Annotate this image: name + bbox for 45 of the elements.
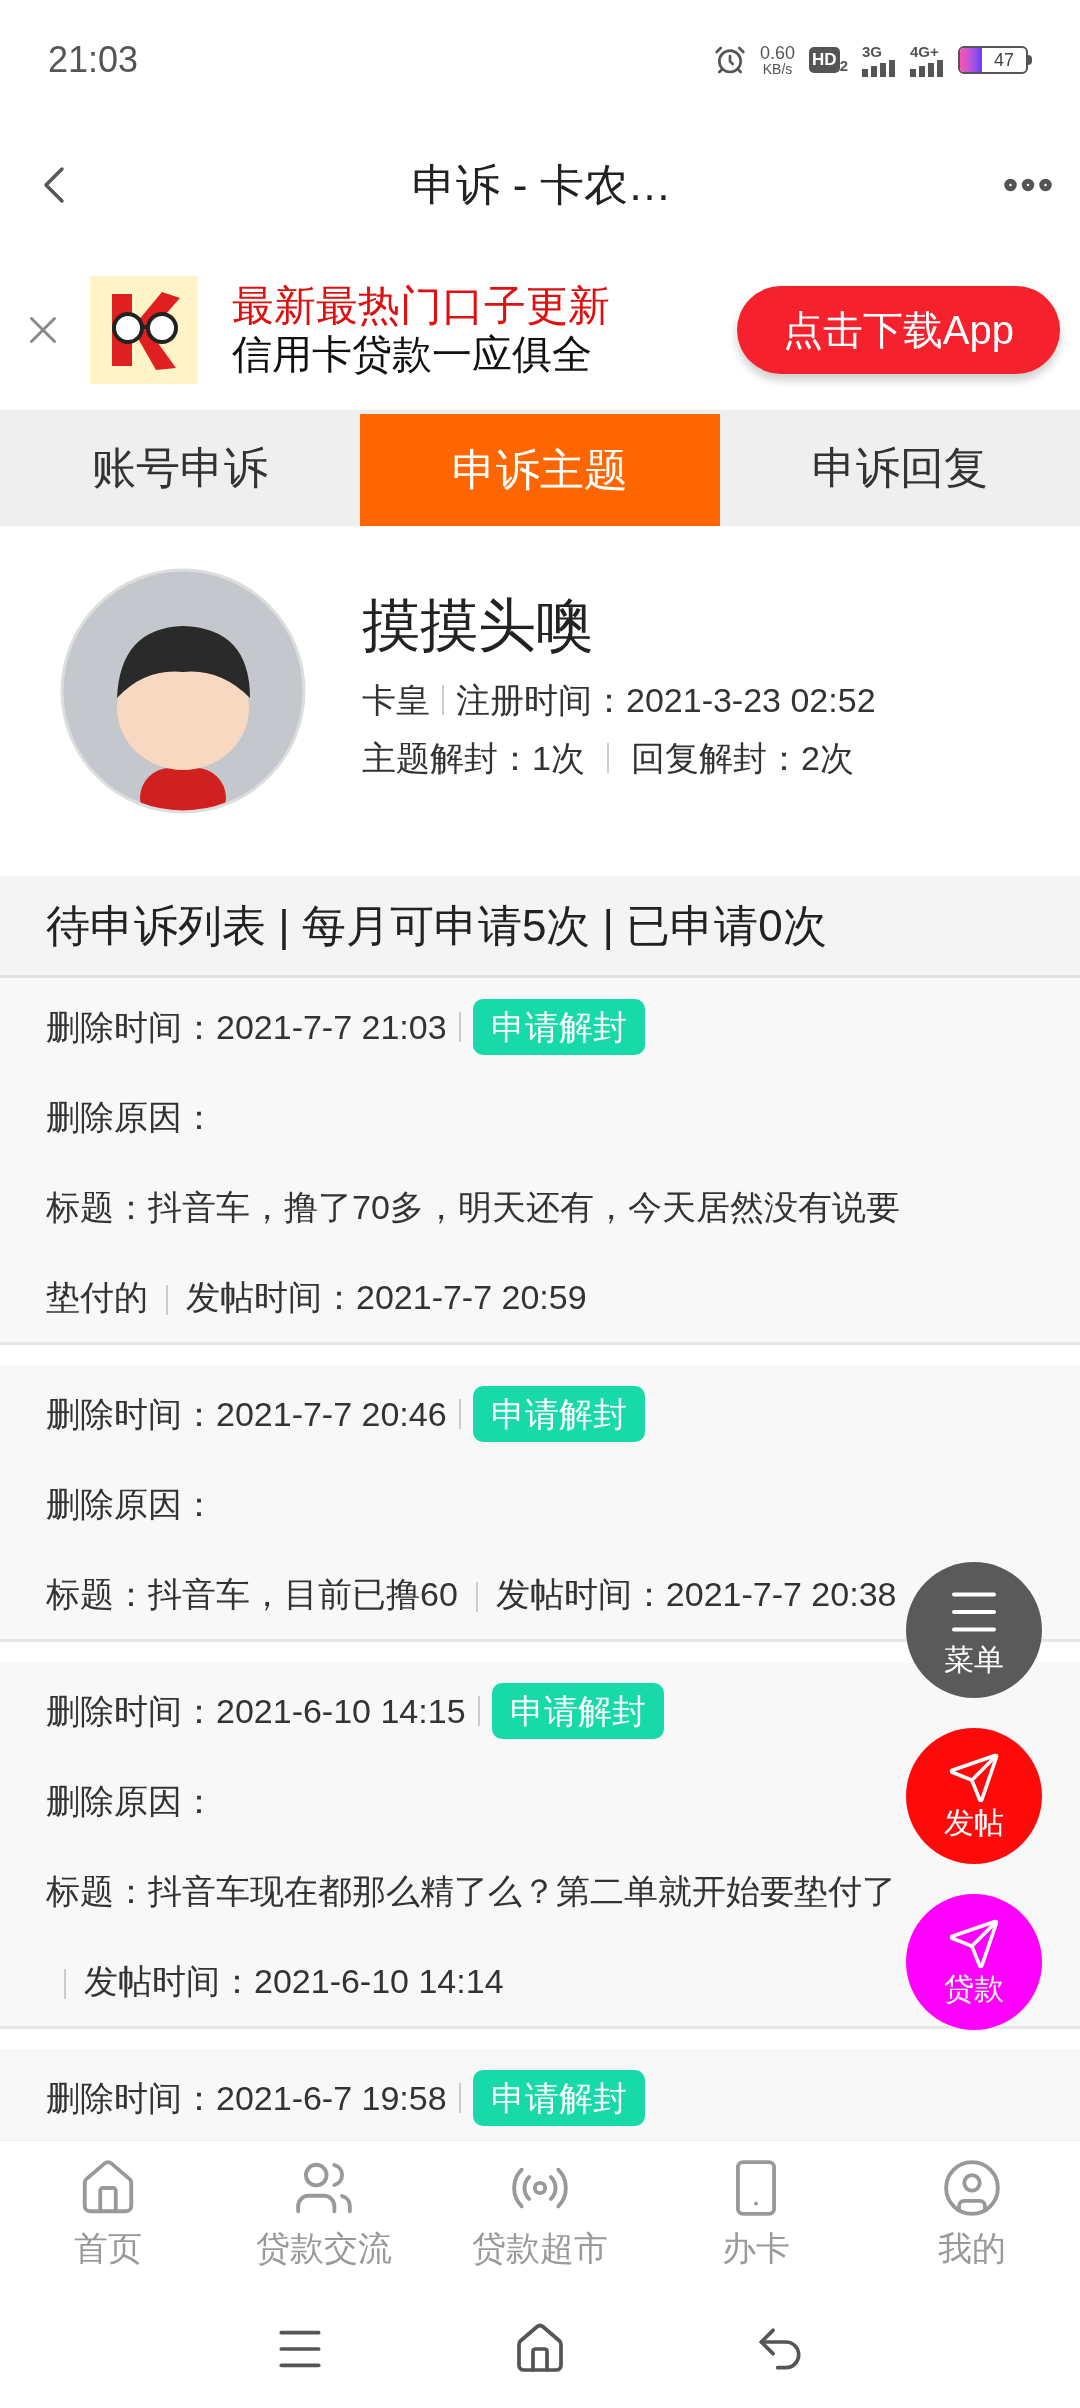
- status-time: 21:03: [48, 38, 139, 82]
- nav-tab[interactable]: 办卡: [648, 2141, 864, 2290]
- signal-bars-icon: [910, 58, 944, 77]
- ad-headline: 最新最热门口子更新: [232, 282, 610, 330]
- tab[interactable]: 申诉主题: [360, 414, 720, 526]
- delete-time: 删除时间：2021-6-10 14:15: [46, 1691, 466, 1732]
- tab[interactable]: 账号申诉: [0, 410, 360, 526]
- network-label: 3G: [862, 43, 883, 59]
- unban-request-button[interactable]: 申请解封: [472, 2070, 645, 2126]
- delete-reason: 删除原因：: [46, 1098, 216, 1136]
- speed-unit: KB/s: [762, 62, 793, 76]
- send-icon: [947, 1917, 1001, 1971]
- unban-request-button[interactable]: 申请解封: [491, 1683, 664, 1739]
- nav-tab[interactable]: 首页: [0, 2141, 216, 2290]
- signal-bars-icon: [862, 58, 896, 77]
- topic-unban-count: 主题解封：1次: [362, 738, 585, 779]
- delete-time: 删除时间：2021-7-7 21:03: [46, 1007, 447, 1048]
- ad-subline: 信用卡贷款一应俱全: [232, 331, 593, 378]
- user-rank: 卡皇: [362, 680, 430, 721]
- delete-reason: 删除原因：: [46, 1485, 216, 1523]
- speed-value: 0.60: [760, 44, 796, 62]
- unban-request-button[interactable]: 申请解封: [472, 999, 645, 1055]
- send-icon: [947, 1751, 1001, 1805]
- network-label: 4G+: [910, 43, 940, 59]
- alarm-icon: [714, 44, 747, 76]
- tab[interactable]: 申诉回复: [720, 410, 1080, 526]
- user-icon: [941, 2157, 1003, 2219]
- post-info: 标题：抖音车，撸了70多，明天还有，今天居然没有说要垫付的 发帖时间：2021-7-7 20:59: [46, 1187, 901, 1318]
- page-title: 申诉 - 卡农…: [412, 159, 672, 211]
- nav-tab[interactable]: 我的: [864, 2141, 1080, 2290]
- delete-reason: 删除原因：: [46, 1782, 216, 1820]
- hd-badge: HD: [809, 47, 840, 73]
- nav-tab[interactable]: 贷款交流: [216, 2141, 432, 2290]
- battery-level: 47: [994, 48, 1014, 72]
- list-header: 待申诉列表 | 每月可申请5次 | 已申请0次: [0, 876, 1080, 978]
- delete-time: 删除时间：2021-7-7 20:46: [46, 1394, 447, 1435]
- unban-request-button[interactable]: 申请解封: [472, 1386, 645, 1442]
- hd-sub: 2: [839, 58, 848, 73]
- register-time: 注册时间：2021-3-23 02:52: [456, 680, 876, 721]
- delete-time: 删除时间：2021-6-7 19:58: [46, 2078, 447, 2119]
- nav-tab[interactable]: 贷款超市: [432, 2141, 648, 2290]
- user-name: 摸摸头噢: [362, 591, 595, 659]
- download-button[interactable]: 点击下载App: [736, 286, 1060, 374]
- reply-unban-count: 回复解封：2次: [630, 738, 854, 779]
- app-logo-icon: [90, 276, 198, 384]
